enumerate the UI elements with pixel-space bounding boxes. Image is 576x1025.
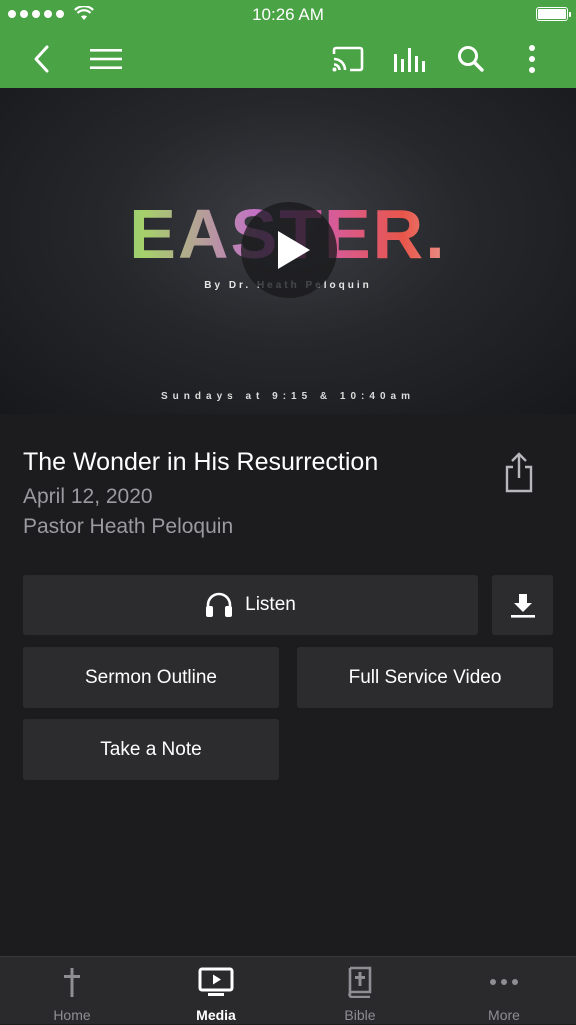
horizontal-dots-icon (490, 979, 518, 985)
tv-play-icon (198, 967, 234, 996)
tab-home[interactable]: Home (0, 957, 144, 1025)
artwork-schedule: Sundays at 9:15 & 10:40am (161, 391, 415, 402)
take-a-note-button[interactable]: Take a Note (23, 719, 279, 780)
sermon-date: April 12, 2020 (23, 485, 153, 508)
listen-button[interactable]: Listen (23, 575, 478, 635)
tab-more-label: More (488, 1007, 520, 1023)
nav-bar (0, 30, 576, 88)
search-icon (458, 46, 484, 72)
menu-button[interactable] (84, 30, 128, 88)
share-icon (505, 452, 533, 493)
cast-icon (332, 46, 364, 72)
tab-home-label: Home (53, 1007, 91, 1023)
tab-more[interactable]: More (432, 957, 576, 1025)
tab-bible[interactable]: Bible (288, 957, 432, 1025)
listen-label: Listen (245, 594, 296, 615)
headphones-icon (206, 592, 233, 617)
tab-media[interactable]: Media (144, 957, 288, 1025)
cast-button[interactable] (326, 30, 370, 88)
full-service-video-label: Full Service Video (348, 666, 502, 688)
tab-bible-label: Bible (344, 1007, 376, 1023)
search-button[interactable] (449, 30, 493, 88)
vertical-dots-icon (529, 45, 535, 73)
battery-icon (536, 7, 571, 21)
back-button[interactable] (20, 30, 64, 88)
download-button[interactable] (492, 575, 553, 635)
bible-icon (348, 966, 372, 998)
equalizer-icon (394, 48, 425, 72)
sermon-outline-button[interactable]: Sermon Outline (23, 647, 279, 708)
take-a-note-label: Take a Note (100, 738, 202, 760)
full-service-video-button[interactable]: Full Service Video (297, 647, 553, 708)
equalizer-button[interactable] (388, 30, 432, 88)
status-bar: 10:26 AM (0, 0, 576, 30)
cross-icon (64, 968, 80, 997)
tab-media-label: Media (196, 1007, 236, 1023)
download-icon (510, 594, 535, 618)
status-time: 10:26 AM (252, 5, 324, 24)
sermon-artwork[interactable]: EASTER. By Dr. Heath Peloquin Sundays at… (0, 88, 576, 414)
more-options-button[interactable] (510, 30, 554, 88)
share-button[interactable] (500, 450, 538, 496)
sermon-title: The Wonder in His Resurrection (23, 448, 379, 476)
hamburger-menu-icon (90, 49, 122, 69)
play-icon (278, 231, 310, 269)
play-button[interactable] (241, 202, 337, 298)
tab-bar: Home Media Bible More (0, 956, 576, 1024)
sermon-speaker: Pastor Heath Peloquin (23, 515, 234, 538)
chevron-left-icon (34, 45, 49, 73)
sermon-outline-label: Sermon Outline (84, 666, 217, 688)
